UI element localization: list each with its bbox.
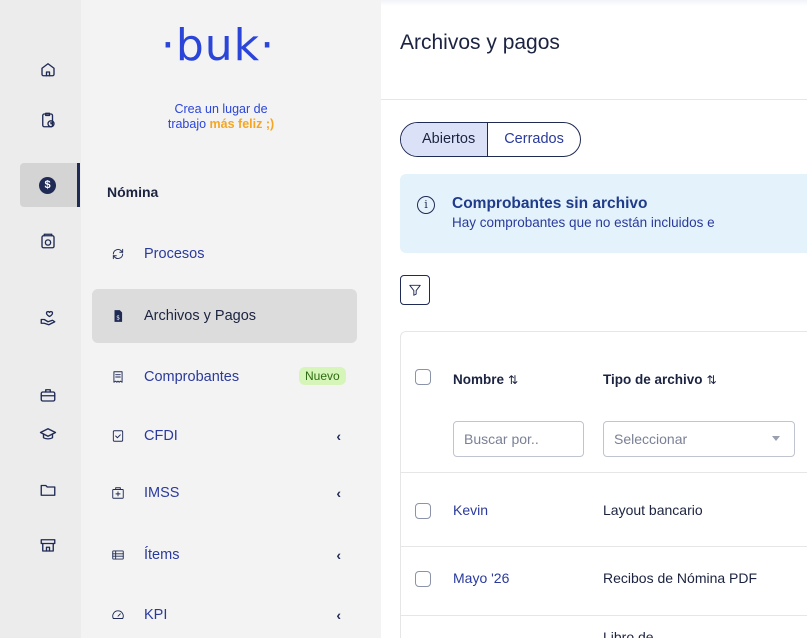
tagline-highlight: más feliz ;): [209, 117, 275, 131]
row-name-link[interactable]: Kevin: [453, 502, 488, 518]
rail-recruiting[interactable]: [20, 373, 80, 417]
file-check-icon: [110, 428, 126, 444]
rail-payroll[interactable]: $: [20, 163, 80, 207]
rail-benefits[interactable]: [20, 296, 80, 340]
section-title-nomina: Nómina: [107, 184, 159, 200]
sidebar: ·buk· Crea un lugar de trabajo más feliz…: [81, 0, 381, 638]
sort-icon[interactable]: ⇅: [707, 373, 717, 387]
chevron-left-icon[interactable]: ‹: [336, 428, 341, 444]
top-shadow: [381, 0, 807, 6]
chevron-left-icon[interactable]: ‹: [336, 607, 341, 623]
header-divider: [381, 99, 807, 100]
sidebar-item-items[interactable]: Ítems ‹: [92, 528, 357, 582]
buk-logo[interactable]: ·buk·: [148, 24, 288, 68]
rail-learning[interactable]: [20, 412, 80, 456]
column-label: Tipo de archivo: [603, 372, 703, 387]
row-name-link[interactable]: Mayo '26: [453, 570, 509, 586]
receipt-icon: [110, 369, 126, 385]
filter-button[interactable]: [400, 275, 430, 305]
sidebar-item-label: Archivos y Pagos: [144, 308, 257, 324]
row-checkbox[interactable]: [415, 571, 431, 587]
tab-cerrados[interactable]: Cerrados: [488, 123, 580, 156]
row-type: Layout bancario: [603, 502, 703, 518]
select-placeholder: Seleccionar: [614, 431, 688, 447]
row-divider: [401, 546, 807, 547]
sidebar-item-label: Comprobantes: [144, 369, 240, 385]
tab-abiertos[interactable]: Abiertos: [401, 123, 489, 156]
filter-icon: [409, 284, 421, 296]
sidebar-item-cfdi[interactable]: CFDI ‹: [92, 409, 357, 463]
refresh-icon: [110, 246, 126, 262]
name-search-input[interactable]: Buscar por..: [453, 421, 584, 457]
sidebar-item-label: Procesos: [144, 246, 205, 262]
main-content: Archivos y pagos Abiertos Cerrados i Com…: [381, 0, 807, 638]
payroll-coin-icon: $: [39, 176, 56, 194]
column-label: Nombre: [453, 372, 505, 387]
info-alert: i Comprobantes sin archivo Hay comproban…: [400, 174, 807, 253]
rail-store[interactable]: [20, 523, 80, 567]
row-type: Libro de: [603, 629, 654, 638]
sidebar-item-label: CFDI: [144, 428, 178, 444]
sidebar-item-kpi[interactable]: KPI ‹: [92, 588, 357, 638]
logo-text: ·buk·: [160, 20, 276, 71]
svg-text:$: $: [116, 316, 120, 322]
tagline: Crea un lugar de trabajo más feliz ;): [141, 102, 301, 132]
store-icon: [40, 539, 56, 552]
row-divider: [401, 472, 807, 473]
sort-icon[interactable]: ⇅: [508, 373, 518, 387]
row-divider: [401, 615, 807, 616]
new-badge: Nuevo: [299, 367, 346, 385]
rail-vault[interactable]: [20, 219, 80, 263]
sidebar-item-archivos-y-pagos[interactable]: $ Archivos y Pagos: [92, 289, 357, 343]
sidebar-item-label: IMSS: [144, 485, 180, 501]
graduation-cap-icon: [39, 428, 57, 440]
row-type: Recibos de Nómina PDF: [603, 570, 758, 586]
rail-documents[interactable]: [20, 468, 80, 512]
caret-down-icon: [772, 436, 780, 441]
rail-home[interactable]: [20, 47, 80, 91]
vault-icon: [41, 233, 55, 249]
sidebar-item-label: KPI: [144, 607, 168, 623]
select-all-checkbox[interactable]: [415, 369, 431, 385]
tagline-line-2: trabajo más feliz ;): [141, 117, 301, 132]
tagline-line-1: Crea un lugar de: [174, 102, 268, 116]
chevron-left-icon[interactable]: ‹: [336, 485, 341, 501]
column-header-nombre[interactable]: Nombre ⇅: [453, 372, 518, 387]
sidebar-item-imss[interactable]: IMSS ‹: [92, 466, 357, 520]
tagline-prefix: trabajo: [167, 117, 210, 131]
chevron-left-icon[interactable]: ‹: [336, 547, 341, 563]
info-icon: i: [417, 196, 435, 214]
alert-text: Hay comprobantes que no están incluidos …: [452, 215, 715, 230]
sidebar-item-procesos[interactable]: Procesos: [92, 227, 357, 281]
icon-rail: $: [0, 0, 81, 638]
home-icon: [41, 63, 55, 77]
list-icon: [110, 547, 126, 563]
medical-icon: [110, 485, 126, 501]
folder-icon: [40, 484, 56, 496]
briefcase-icon: [40, 389, 56, 402]
files-table: Nombre ⇅ Tipo de archivo ⇅ Buscar por.. Se…: [400, 331, 807, 638]
clipboard-clock-icon: [42, 112, 55, 128]
status-tabs: Abiertos Cerrados: [400, 122, 581, 157]
column-header-tipo[interactable]: Tipo de archivo ⇅: [603, 372, 717, 387]
alert-title: Comprobantes sin archivo: [452, 195, 648, 212]
file-dollar-icon: $: [110, 308, 126, 324]
type-select[interactable]: Seleccionar: [603, 421, 795, 457]
row-checkbox[interactable]: [415, 503, 431, 519]
sidebar-item-label: Ítems: [144, 547, 180, 563]
sidebar-item-comprobantes[interactable]: Comprobantes Nuevo: [92, 350, 357, 404]
rail-attendance[interactable]: [20, 98, 80, 142]
page-title: Archivos y pagos: [400, 31, 560, 54]
gauge-icon: [110, 607, 126, 623]
hand-heart-icon: [40, 310, 56, 326]
